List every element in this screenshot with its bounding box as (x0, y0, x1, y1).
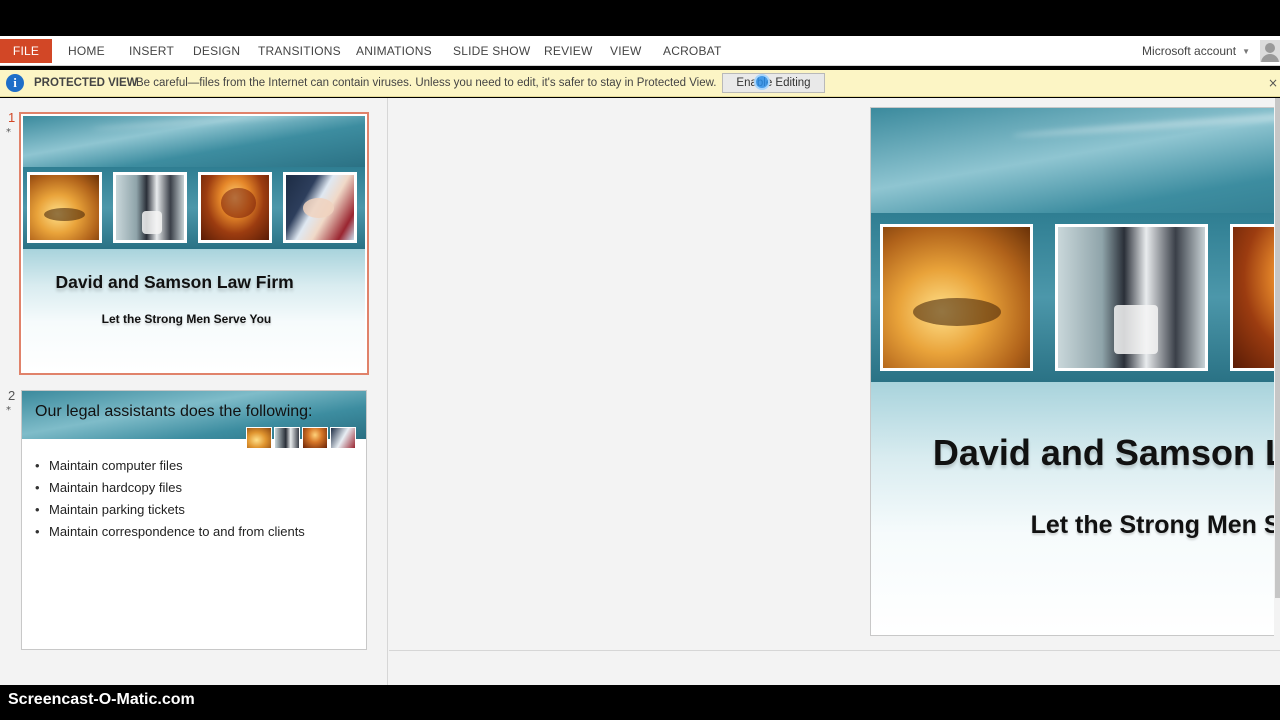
tab-home[interactable]: HOME (68, 36, 105, 66)
slide-thumbnail-pane[interactable]: 1 * David and Samson Law Firm Let the St… (0, 98, 388, 685)
photo-detail (1114, 304, 1159, 355)
photo-detail (141, 211, 163, 234)
enable-editing-button[interactable]: Enable Editing (722, 73, 825, 93)
header-sky (871, 108, 1280, 219)
thumbnail-2-title: Our legal assistants does the following: (35, 403, 313, 420)
scrollbar-thumb[interactable] (1275, 98, 1280, 598)
bullet-item: Maintain hardcopy files (35, 477, 305, 499)
thumbnail-2-canvas: Our legal assistants does the following:… (22, 391, 366, 649)
photo-detail (44, 207, 86, 221)
animation-marker-icon: * (6, 127, 11, 138)
photo-detail (221, 188, 256, 218)
slide-editor-pane: David and Samson Law Firm Let the Strong… (389, 98, 1280, 685)
close-icon[interactable]: × (1268, 70, 1278, 97)
workspace: 1 * David and Samson Law Firm Let the St… (0, 98, 1280, 685)
bullet-item: Maintain parking tickets (35, 499, 305, 521)
tab-animations[interactable]: ANIMATIONS (356, 36, 432, 66)
slide-thumbnail-1[interactable]: David and Samson Law Firm Let the Strong… (19, 112, 369, 375)
tab-acrobat[interactable]: ACROBAT (663, 36, 722, 66)
tab-transitions[interactable]: TRANSITIONS (258, 36, 341, 66)
account-menu[interactable]: Microsoft account ▼ (1142, 36, 1250, 66)
avatar[interactable] (1260, 40, 1280, 62)
light-streak (91, 116, 331, 131)
vertical-scrollbar[interactable] (1274, 98, 1280, 650)
tab-insert[interactable]: INSERT (129, 36, 174, 66)
tab-view[interactable]: VIEW (610, 36, 641, 66)
slide-thumbnail-2[interactable]: Our legal assistants does the following:… (21, 390, 367, 650)
thumbnail-subtitle: Let the Strong Men Serve You (101, 312, 272, 327)
protected-view-label: PROTECTED VIEW (34, 77, 138, 89)
lower-background (871, 382, 1280, 635)
mini-handshake-photo (330, 427, 356, 449)
title-bar (0, 0, 1280, 36)
tab-review[interactable]: REVIEW (544, 36, 593, 66)
handshake-photo (282, 172, 358, 244)
slide-title[interactable]: David and Samson Law Firm (871, 432, 1280, 474)
watermark-text: Screencast-O-Matic.com (8, 691, 195, 708)
tab-slide-show[interactable]: SLIDE SHOW (453, 36, 530, 66)
slide-subtitle[interactable]: Let the Strong Men Serve You (871, 511, 1280, 540)
thumbnail-1-canvas: David and Samson Law Firm Let the Strong… (23, 116, 365, 371)
tab-design[interactable]: DESIGN (193, 36, 240, 66)
scales-photo (27, 172, 102, 244)
slide-number-2: 2 (8, 388, 16, 403)
bullet-list: Maintain computer files Maintain hardcop… (35, 455, 305, 543)
photo-detail (303, 197, 334, 218)
bullet-item: Maintain computer files (35, 455, 305, 477)
mini-gavel-photo (302, 427, 328, 449)
notes-divider[interactable] (389, 650, 1280, 651)
business-people-photo[interactable] (1055, 223, 1209, 372)
current-slide-canvas[interactable]: David and Samson Law Firm Let the Strong… (870, 107, 1280, 636)
lower-background (23, 248, 365, 371)
app-window: FILE HOME INSERT DESIGN TRANSITIONS ANIM… (0, 0, 1280, 720)
business-people-photo (112, 172, 188, 244)
slide-number-1: 1 (8, 110, 16, 125)
account-label: Microsoft account (1142, 44, 1237, 58)
ribbon-tabs: FILE HOME INSERT DESIGN TRANSITIONS ANIM… (0, 36, 1280, 66)
bullet-item: Maintain correspondence to and from clie… (35, 521, 305, 543)
gavel-photo[interactable] (1230, 223, 1280, 372)
avatar-body (1261, 54, 1279, 62)
animation-marker-icon: * (6, 405, 11, 416)
photo-detail (912, 297, 1001, 326)
mini-business-photo (274, 427, 300, 449)
protected-view-message: Be careful—files from the Internet can c… (136, 77, 717, 89)
scales-photo[interactable] (880, 223, 1034, 372)
light-streak (1011, 108, 1280, 139)
mini-scales-photo (246, 427, 272, 449)
tab-file[interactable]: FILE (0, 39, 52, 63)
caret-down-icon: ▼ (1242, 46, 1250, 56)
protected-view-bar: i PROTECTED VIEW Be careful—files from t… (0, 70, 1280, 97)
watermark-bar: Screencast-O-Matic.com (0, 685, 1280, 720)
gavel-photo (197, 172, 273, 244)
avatar-head (1265, 43, 1275, 53)
thumbnail-title: David and Samson Law Firm (55, 271, 294, 292)
mouse-cursor-icon (754, 74, 770, 90)
header-sky (23, 116, 365, 170)
info-icon: i (6, 74, 24, 92)
